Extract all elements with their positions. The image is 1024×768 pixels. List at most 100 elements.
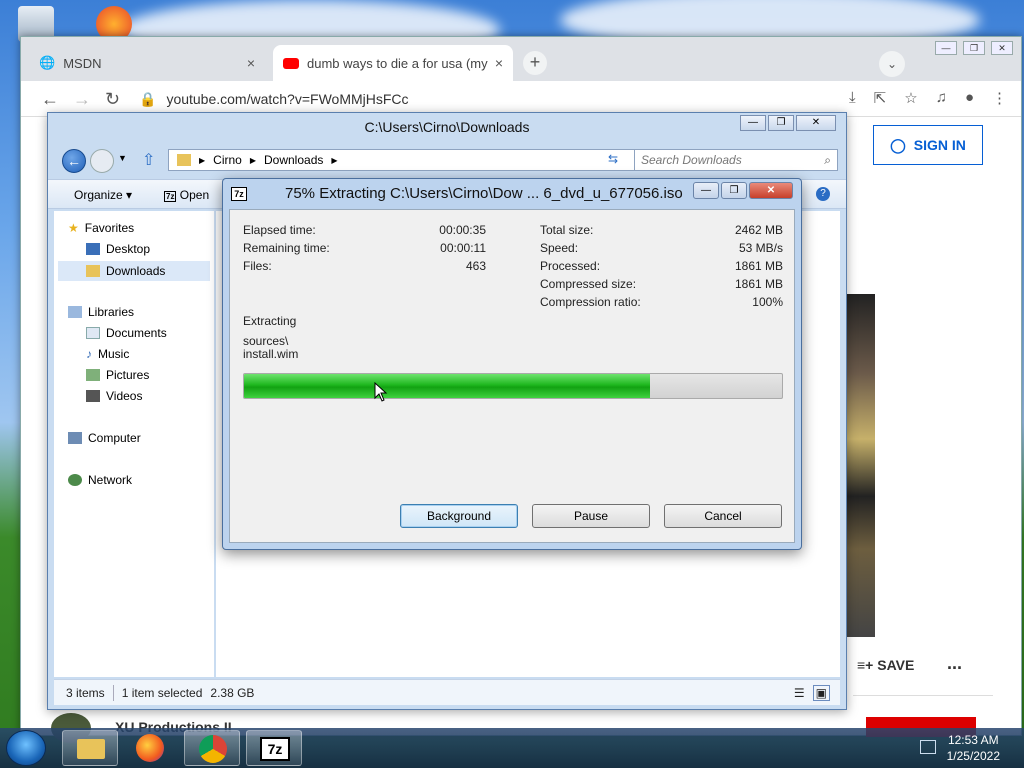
nav-label: Pictures [106,368,150,382]
chevron-right-icon[interactable]: ▶ [250,156,256,165]
cancel-button[interactable]: Cancel [664,504,782,528]
nav-label: Network [88,473,133,487]
up-arrow-icon[interactable]: ⇧ [142,150,155,170]
nav-item-libraries[interactable]: Libraries [68,305,134,319]
search-icon[interactable]: ⌕ [824,150,831,170]
background-button[interactable]: Background [400,504,518,528]
tab-youtube[interactable]: dumb ways to die a for usa (my × [273,45,513,81]
chevron-right-icon[interactable]: ▶ [199,156,205,165]
elapsed-label: Elapsed time: [243,223,316,237]
install-icon[interactable]: ⤓ [849,89,856,107]
selection-size: 2.38 GB [210,685,255,700]
nav-item-documents[interactable]: Documents [86,326,167,340]
menu-icon[interactable]: ⋮ [992,89,1007,107]
firefox-taskbar-button[interactable] [122,730,178,766]
close-button[interactable]: ✕ [796,115,836,131]
files-label: Files: [243,259,272,273]
back-arrow-icon[interactable]: ← [62,149,86,173]
more-actions-button[interactable]: ... [947,653,962,674]
nav-item-computer[interactable]: Computer [68,431,141,445]
dialog-body: Elapsed time: 00:00:35 Remaining time: 0… [229,209,795,543]
7zip-taskbar-button[interactable]: 7z [246,730,302,766]
nav-item-videos[interactable]: Videos [86,389,142,403]
maximize-button[interactable]: ❐ [768,115,794,131]
documents-icon [86,327,100,339]
close-button[interactable]: ✕ [991,41,1013,55]
chrome-icon [199,735,227,763]
media-control-icon[interactable]: ♫ [936,89,947,107]
nav-label: Videos [106,389,143,403]
status-bar: 3 items 1 item selected 2.38 GB ☰ ▣ [54,679,840,705]
tab-strip: 🌐 MSDN × dumb ways to die a for usa (my … [21,37,1021,81]
network-icon [68,474,82,486]
account-icon: ◯ [890,136,906,153]
start-button[interactable] [6,730,46,766]
current-file: install.wim [243,347,299,361]
clock-date: 1/25/2022 [946,749,1000,763]
forward-arrow-icon[interactable] [90,149,114,173]
compressed-size-value: 1861 MB [734,277,783,291]
breadcrumb-item-downloads[interactable]: Downloads [264,153,323,167]
music-icon: ♪ [86,347,92,361]
video-thumbnail[interactable] [843,197,875,637]
search-input[interactable]: Search Downloads ⌕ [634,149,838,171]
computer-icon [68,432,82,444]
progress-fill [244,374,651,398]
recent-pages-icon[interactable]: ▼ [118,153,127,163]
pause-button[interactable]: Pause [532,504,650,528]
sign-in-label: SIGN IN [913,137,966,153]
minimize-button[interactable]: — [693,182,719,199]
chevron-right-icon[interactable]: ▶ [331,156,337,165]
profile-icon[interactable]: ● [965,89,974,107]
extracting-label: Extracting [243,314,297,328]
clock[interactable]: 12:53 AM 1/25/2022 [947,732,1000,764]
chrome-taskbar-button[interactable] [184,730,240,766]
nav-item-favorites[interactable]: ★ Favorites [68,221,134,235]
libraries-icon [68,306,82,318]
explorer-taskbar-button[interactable] [62,730,118,766]
help-icon[interactable]: ? [816,187,830,201]
mouse-cursor-icon [374,382,388,402]
refresh-icon[interactable]: ⇆ [608,152,618,166]
forward-icon[interactable]: → [73,89,91,110]
details-view-icon[interactable]: ☰ [794,686,805,700]
share-icon[interactable]: ⇱ [874,89,887,107]
taskbar: 7z 12:53 AM 1/25/2022 [0,728,1024,768]
tab-search-icon[interactable]: ⌄ [879,51,905,77]
tab-close-button[interactable]: × [247,55,255,71]
large-icons-view-icon[interactable]: ▣ [812,684,830,701]
nav-item-pictures[interactable]: Pictures [86,368,149,382]
organize-button[interactable]: Organize ▾ [74,188,132,202]
tab-close-button[interactable]: × [495,55,503,71]
tab-title: dumb ways to die a for usa (my [307,55,488,71]
tab-msdn[interactable]: 🌐 MSDN × [29,45,265,81]
desktop-icon [86,243,100,255]
address-bar[interactable]: 🔒 youtube.com/watch?v=FWoMMjHsFCc [139,88,789,110]
nav-item-downloads[interactable]: Downloads [58,261,210,281]
nav-item-music[interactable]: ♪ Music [86,347,129,361]
maximize-button[interactable]: ❐ [963,41,985,55]
maximize-button[interactable]: ❐ [721,182,747,199]
bookmark-star-icon[interactable]: ☆ [904,89,917,107]
nav-item-network[interactable]: Network [68,473,132,487]
extract-progress-bar [243,373,783,399]
save-button[interactable]: ≡+ SAVE [857,657,914,673]
close-button[interactable]: ✕ [749,182,793,199]
sign-in-button[interactable]: ◯ SIGN IN [873,125,983,165]
youtube-icon [283,57,299,69]
breadcrumb[interactable]: ▶ Cirno ▶ Downloads ▶ ▼ [168,149,648,171]
reload-icon[interactable]: ↻ [105,89,120,110]
remaining-label: Remaining time: [243,241,330,255]
open-button[interactable]: 7z Open [164,188,209,202]
nav-item-desktop[interactable]: Desktop [86,242,150,256]
pictures-icon [86,369,100,381]
back-icon[interactable]: ← [41,89,59,110]
network-tray-icon[interactable] [920,740,936,754]
window-controls: — ❐ ✕ [935,41,1013,55]
minimize-button[interactable]: — [935,41,957,55]
new-tab-button[interactable]: + [523,51,547,75]
minimize-button[interactable]: — [740,115,766,131]
breadcrumb-item-cirno[interactable]: Cirno [213,153,242,167]
selection-info: 1 item selected [121,685,203,700]
nav-label: Documents [106,326,167,340]
